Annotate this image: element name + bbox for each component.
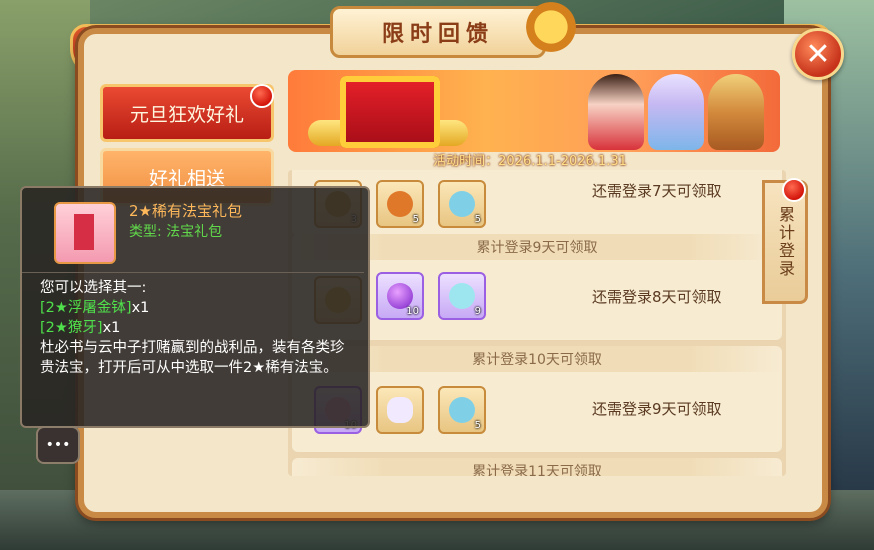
reward-item[interactable]: 9	[438, 272, 486, 320]
activity-time: 活动时间：2026.1.1-2026.1.31	[433, 154, 627, 169]
tooltip-item-type: 类型: 法宝礼包	[129, 224, 223, 240]
close-button[interactable]: ✕	[792, 28, 844, 80]
reward-item[interactable]: 5	[438, 386, 486, 434]
row-status: 还需登录9天可领取	[592, 400, 722, 418]
tooltip-option: [2★獠牙]x1	[40, 318, 358, 338]
item-count: 9	[474, 306, 481, 317]
gift-pack-icon	[54, 202, 116, 264]
tooltip-divider	[22, 272, 364, 273]
row-status: 还需登录7天可领取	[592, 182, 722, 200]
window-title: 限时回馈	[381, 22, 494, 47]
chat-icon[interactable]: •••	[36, 426, 80, 464]
crescent-item-icon	[449, 397, 475, 423]
tab-label: 元旦狂欢好礼	[129, 103, 244, 126]
notification-dot	[782, 178, 806, 202]
reward-item[interactable]	[376, 386, 424, 434]
crescent-item-icon	[449, 191, 475, 217]
row-header: 累计登录11天可领取	[292, 458, 782, 476]
gift-ornament-icon	[520, 0, 582, 54]
option-qty: x1	[131, 300, 150, 316]
option-qty: x1	[102, 320, 121, 336]
tooltip-body: 您可以选择其一: [2★浮屠金钵]x1 [2★獠牙]x1 杜必书与云中子打赌赢到…	[40, 278, 358, 378]
tooltip-description: 杜必书与云中子打赌赢到的战利品，装有各类珍贵法宝，打开后可从中选取一件2★稀有法…	[40, 340, 345, 376]
rabbit-pet-icon	[387, 397, 413, 423]
item-count: 5	[412, 214, 419, 225]
title-scroll: 限时回馈	[330, 6, 546, 58]
item-tooltip: 2★稀有法宝礼包 类型: 法宝礼包 您可以选择其一: [2★浮屠金钵]x1 [2…	[20, 186, 370, 428]
reward-item[interactable]: 10	[376, 272, 424, 320]
option-name: 2★獠牙	[45, 320, 97, 336]
character-monkey-icon	[708, 74, 764, 150]
row-status: 还需登录8天可领取	[592, 288, 722, 306]
close-icon: ✕	[805, 36, 831, 72]
gift-box-icon	[340, 76, 440, 148]
notification-dot	[250, 84, 274, 108]
reward-item[interactable]: 5	[438, 180, 486, 228]
item-count: 5	[474, 214, 481, 225]
reward-item[interactable]: 5	[376, 180, 424, 228]
fish-item-icon	[387, 191, 413, 217]
character-fox-icon	[648, 74, 704, 150]
reward-row: 累计登录11天可领取	[292, 458, 782, 476]
item-count: 5	[474, 420, 481, 431]
tooltip-choose-text: 您可以选择其一:	[40, 280, 147, 296]
crescent-item-icon	[449, 283, 475, 309]
item-count: 10	[406, 306, 419, 317]
side-tab-label: 累计登录	[776, 206, 795, 278]
tooltip-item-name: 2★稀有法宝礼包	[129, 202, 242, 220]
character-girl-icon	[588, 74, 644, 150]
option-name: 2★浮屠金钵	[45, 300, 126, 316]
event-banner	[288, 70, 780, 152]
tab-new-year-gift[interactable]: 元旦狂欢好礼	[100, 84, 274, 142]
tooltip-option: [2★浮屠金钵]x1	[40, 298, 358, 318]
